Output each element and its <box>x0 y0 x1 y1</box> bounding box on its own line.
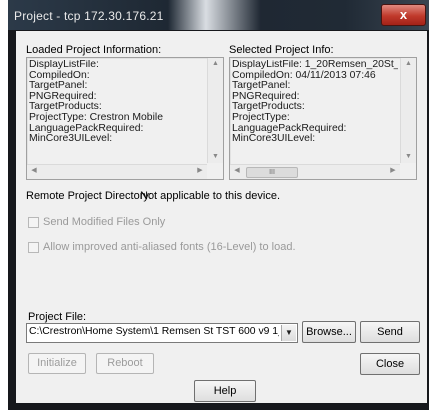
browse-button[interactable]: Browse... <box>302 321 356 343</box>
loaded-line: ProjectType: Crestron Mobile <box>29 111 163 123</box>
reboot-button[interactable]: Reboot <box>96 353 154 374</box>
close-button[interactable]: Close <box>360 353 420 375</box>
help-button[interactable]: Help <box>194 380 256 402</box>
scroll-up-icon[interactable]: ▲ <box>208 58 223 70</box>
selected-info-listbox[interactable]: DisplayListFile: 1_20Remsen_20St_20TST_ … <box>229 57 417 180</box>
selected-info-heading: Selected Project Info: <box>229 44 334 56</box>
initialize-button[interactable]: Initialize <box>28 353 86 374</box>
loaded-info-listbox[interactable]: DisplayListFile: CompiledOn: TargetPanel… <box>26 57 224 180</box>
chevron-down-icon[interactable]: ▼ <box>281 325 296 341</box>
scroll-right-icon[interactable]: ▶ <box>388 165 398 177</box>
selected-info-vscrollbar[interactable]: ▲ ▼ <box>400 58 416 163</box>
hscroll-thumb[interactable]: III <box>246 167 298 178</box>
project-file-value: C:\Crestron\Home System\1 Remsen St TST … <box>29 326 279 337</box>
project-file-select[interactable]: C:\Crestron\Home System\1 Remsen St TST … <box>26 323 298 343</box>
loaded-info-heading: Loaded Project Information: <box>26 44 162 56</box>
loaded-info-vscrollbar[interactable]: ▲ ▼ <box>207 58 223 163</box>
remote-dir-value: Not applicable to this device. <box>140 190 281 202</box>
scroll-right-icon[interactable]: ▶ <box>195 165 205 177</box>
loaded-line: MinCore3UILevel: <box>29 133 113 145</box>
send-modified-label: Send Modified Files Only <box>43 216 166 228</box>
window-title: Project - tcp 172.30.176.21 <box>14 9 164 23</box>
selected-line: DisplayListFile: 1_20Remsen_20St_20TST_ <box>232 60 398 70</box>
close-window-button[interactable]: x <box>381 4 426 26</box>
selected-line: MinCore3UILevel: <box>232 133 316 145</box>
scroll-down-icon[interactable]: ▼ <box>401 151 416 163</box>
dialog-client-area: Loaded Project Information: DisplayListF… <box>16 31 427 403</box>
scroll-left-icon[interactable]: ◀ <box>232 165 242 177</box>
scroll-up-icon[interactable]: ▲ <box>401 58 416 70</box>
close-icon: x <box>399 7 408 22</box>
scroll-left-icon[interactable]: ◀ <box>29 165 39 177</box>
remote-dir-label: Remote Project Directory: <box>26 190 152 202</box>
send-button[interactable]: Send <box>360 321 420 343</box>
selected-line: ProjectType: <box>232 111 290 123</box>
loaded-line: DisplayListFile: <box>29 60 99 70</box>
loaded-info-hscrollbar[interactable]: ◀ ▶ <box>27 164 207 179</box>
anti-aliased-checkbox[interactable] <box>28 242 39 253</box>
project-file-label: Project File: <box>28 311 87 323</box>
selected-info-hscrollbar[interactable]: ◀ III ▶ <box>230 164 400 179</box>
selected-info-text: DisplayListFile: 1_20Remsen_20St_20TST_ … <box>232 60 398 162</box>
anti-aliased-label: Allow improved anti-aliased fonts (16-Le… <box>43 241 296 253</box>
scroll-down-icon[interactable]: ▼ <box>208 151 223 163</box>
loaded-info-text: DisplayListFile: CompiledOn: TargetPanel… <box>29 60 205 162</box>
send-modified-checkbox[interactable] <box>28 217 39 228</box>
